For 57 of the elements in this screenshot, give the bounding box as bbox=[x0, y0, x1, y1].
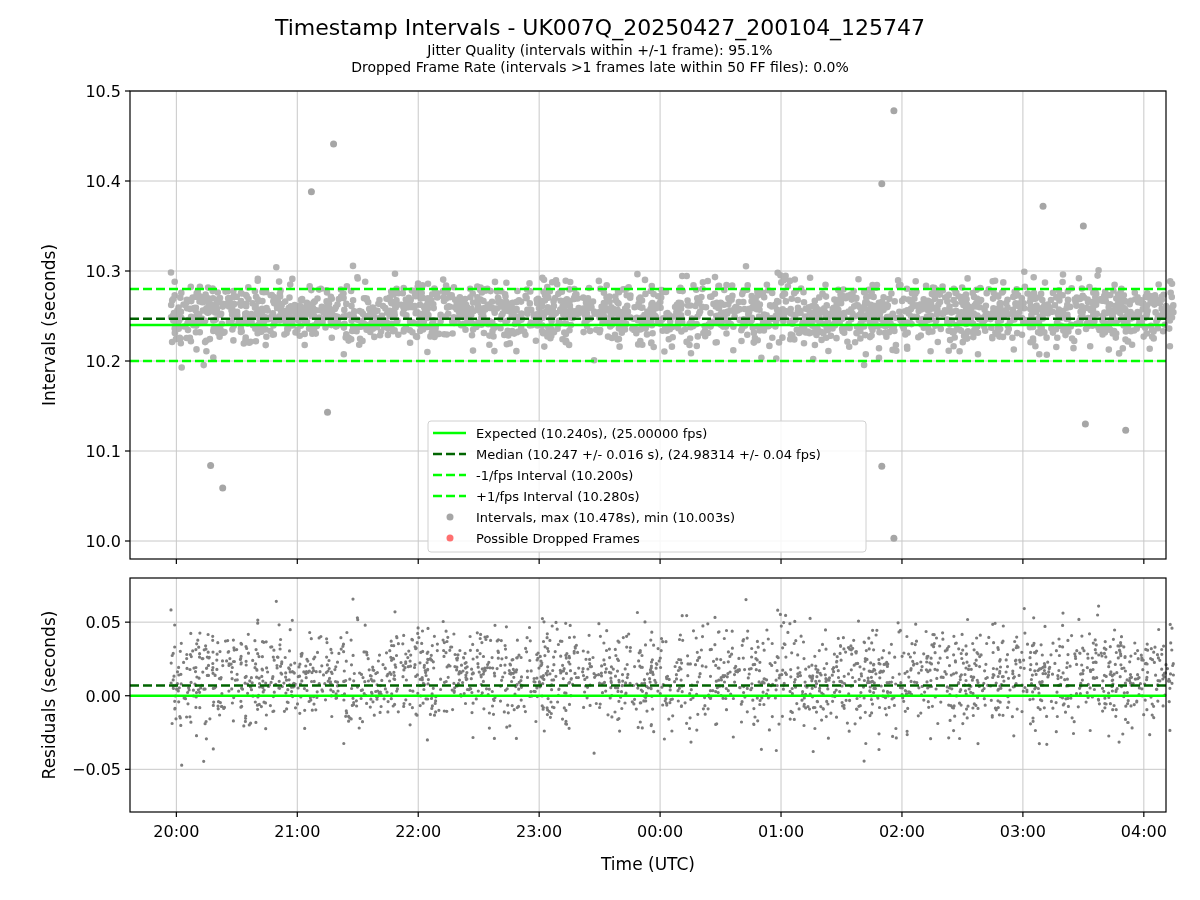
axis-label: Residuals (seconds) bbox=[39, 610, 59, 780]
chart-subtitle: Dropped Frame Rate (intervals >1 frames late within 50 FF files): 0.0% bbox=[351, 59, 849, 76]
tick-mark bbox=[124, 540, 131, 542]
legend-label: Intervals, max (10.478s), min (10.003s) bbox=[476, 510, 735, 525]
tick-mark bbox=[659, 558, 661, 565]
legend-label: Possible Dropped Frames bbox=[476, 531, 640, 546]
axis-label: Intervals (seconds) bbox=[39, 243, 59, 407]
tick-label: 21:00 bbox=[274, 822, 321, 841]
tick-mark bbox=[538, 558, 540, 565]
tick-mark bbox=[124, 180, 131, 182]
tick-label: 20:00 bbox=[153, 822, 200, 841]
tick-mark bbox=[124, 768, 131, 770]
tick-mark bbox=[780, 558, 782, 565]
legend-label: +1/fps Interval (10.280s) bbox=[476, 489, 640, 504]
tick-label: 10.1 bbox=[85, 442, 121, 461]
tick-label: 04:00 bbox=[1120, 822, 1167, 841]
tick-mark bbox=[780, 811, 782, 818]
tick-mark bbox=[124, 360, 131, 362]
tick-mark bbox=[659, 811, 661, 818]
axis-label: Time (UTC) bbox=[601, 854, 695, 874]
tick-label: 03:00 bbox=[999, 822, 1046, 841]
tick-label: 02:00 bbox=[878, 822, 925, 841]
tick-mark bbox=[1022, 558, 1024, 565]
tick-mark bbox=[296, 558, 298, 565]
tick-mark bbox=[124, 270, 131, 272]
tick-mark bbox=[175, 811, 177, 818]
tick-mark bbox=[124, 450, 131, 452]
tick-label: −0.05 bbox=[71, 760, 121, 780]
tick-mark bbox=[417, 811, 419, 818]
tick-label: 23:00 bbox=[516, 822, 563, 841]
tick-mark bbox=[1143, 811, 1145, 818]
tick-label: 10.5 bbox=[85, 82, 121, 101]
chart-subtitle: Jitter Quality (intervals within +/-1 frame): 95.1% bbox=[427, 42, 773, 59]
tick-mark bbox=[1022, 811, 1024, 818]
tick-label: 10.0 bbox=[85, 532, 121, 551]
tick-mark bbox=[175, 558, 177, 565]
tick-label: 0.05 bbox=[85, 613, 121, 633]
tick-mark bbox=[124, 621, 131, 623]
legend-label: Median (10.247 +/- 0.016 s), (24.98314 +/- 0.04 fps) bbox=[476, 447, 821, 462]
tick-label: 10.4 bbox=[85, 172, 121, 191]
legend-label: -1/fps Interval (10.200s) bbox=[476, 468, 634, 483]
tick-mark bbox=[901, 811, 903, 818]
tick-mark bbox=[124, 695, 131, 697]
tick-mark bbox=[417, 558, 419, 565]
tick-label: 22:00 bbox=[395, 822, 442, 841]
tick-label: 01:00 bbox=[757, 822, 805, 841]
chart-title: Timestamp Intervals - UK007Q_20250427_200104_125747 bbox=[274, 14, 926, 42]
tick-mark bbox=[1143, 558, 1145, 565]
tick-mark bbox=[538, 811, 540, 818]
tick-label: 00:00 bbox=[637, 822, 684, 841]
tick-mark bbox=[296, 811, 298, 818]
tick-label: 10.2 bbox=[85, 352, 121, 371]
tick-label: 10.3 bbox=[85, 262, 121, 281]
tick-mark bbox=[901, 558, 903, 565]
tick-label: 0.00 bbox=[85, 686, 121, 706]
legend-label: Expected (10.240s), (25.00000 fps) bbox=[476, 426, 708, 441]
tick-mark bbox=[124, 90, 131, 92]
